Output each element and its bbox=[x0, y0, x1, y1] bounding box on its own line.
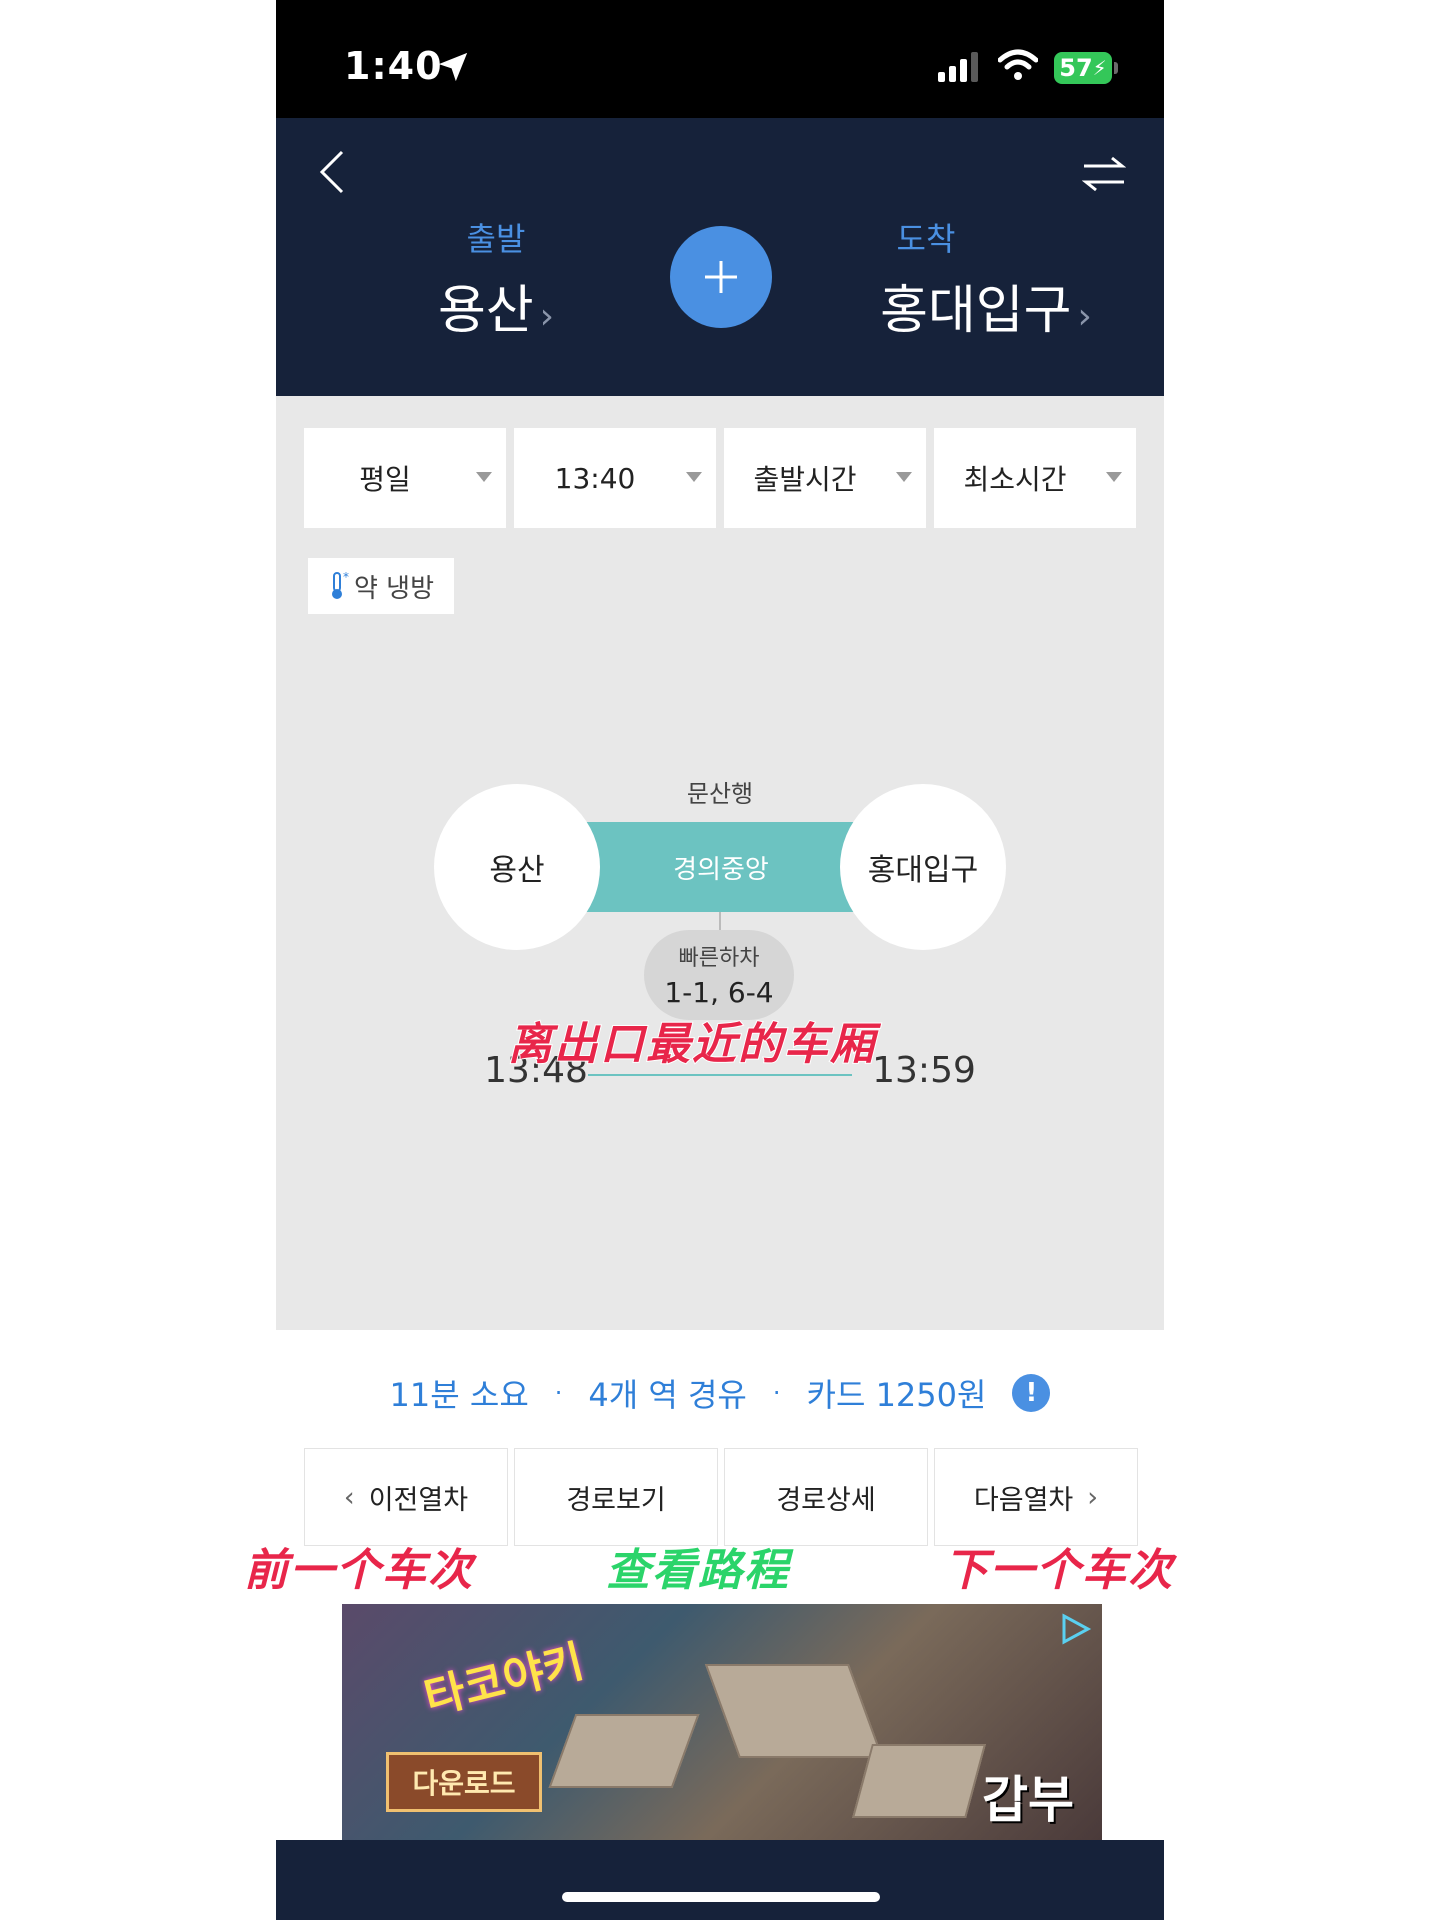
air-conditioning-tag: * 약 냉방 bbox=[308, 558, 454, 614]
chevron-left-icon: ‹ bbox=[343, 1481, 355, 1513]
chevron-right-icon: › bbox=[1077, 296, 1092, 337]
time-dropdown[interactable]: 13:40 bbox=[514, 428, 716, 528]
back-arrow-icon[interactable] bbox=[316, 148, 346, 196]
fare: 카드 1250원 bbox=[806, 1376, 987, 1414]
home-indicator-area bbox=[276, 1840, 1164, 1920]
train-direction: 문산행 bbox=[686, 780, 754, 808]
travel-timeline bbox=[588, 1074, 852, 1076]
separator-dot: · bbox=[772, 1379, 781, 1407]
phone-screen: 1:40 57 ⚡ 출발 용산 › 도착 홍대입구 › 평일 13:40 출발시… bbox=[276, 0, 1164, 1920]
time-mode-value: 출발시간 bbox=[753, 463, 857, 496]
departure-station-button[interactable]: 용산 › bbox=[366, 268, 626, 343]
location-arrow-icon bbox=[438, 52, 468, 82]
line-name-bar: 경의중앙 bbox=[576, 822, 866, 912]
trip-summary: 11분 소요 · 4개 역 경유 · 카드 1250원 ! bbox=[276, 1370, 1164, 1416]
arrival-station-button[interactable]: 홍대입구 › bbox=[836, 268, 1136, 343]
annotation-view-route: 查看路程 bbox=[605, 1544, 790, 1597]
station-count: 4개 역 경유 bbox=[588, 1376, 747, 1414]
fast-exit-bubble: 빠른하차 1-1, 6-4 bbox=[644, 930, 794, 1020]
ad-scene-tile bbox=[852, 1744, 986, 1818]
trip-duration: 11분 소요 bbox=[389, 1376, 529, 1414]
route-detail-label: 경로상세 bbox=[776, 1484, 876, 1516]
ad-download-button[interactable]: 다운로드 bbox=[386, 1752, 542, 1812]
swap-icon[interactable] bbox=[1082, 154, 1126, 194]
sort-value: 최소시간 bbox=[963, 463, 1067, 496]
route-header: 출발 용산 › 도착 홍대입구 › bbox=[276, 118, 1164, 396]
fare-info-icon[interactable]: ! bbox=[1012, 1374, 1051, 1412]
air-conditioning-text: 약 냉방 bbox=[353, 573, 435, 604]
next-train-button[interactable]: 다음열차 › bbox=[934, 1448, 1138, 1546]
chevron-right-icon: › bbox=[539, 296, 555, 337]
destination-station-circle: 홍대입구 bbox=[840, 784, 1006, 950]
sort-dropdown[interactable]: 최소시간 bbox=[934, 428, 1136, 528]
chevron-right-icon: › bbox=[1087, 1481, 1099, 1513]
wifi-icon bbox=[998, 49, 1038, 80]
annotation-next-train: 下一个车次 bbox=[943, 1544, 1174, 1597]
next-train-label: 다음열차 bbox=[973, 1484, 1074, 1516]
origin-station-name: 용산 bbox=[489, 853, 545, 888]
time-value: 13:40 bbox=[554, 461, 636, 495]
previous-train-button[interactable]: ‹ 이전열차 bbox=[304, 1448, 508, 1546]
view-route-label: 경로보기 bbox=[566, 1484, 666, 1516]
destination-station-name: 홍대입구 bbox=[867, 853, 979, 888]
ad-download-label: 다운로드 bbox=[412, 1767, 516, 1800]
previous-train-label: 이전열차 bbox=[368, 1484, 469, 1516]
annotation-nearest-car: 离出口最近的车厢 bbox=[507, 1018, 876, 1071]
annotation-previous-train: 前一个车次 bbox=[243, 1544, 474, 1597]
add-waypoint-button[interactable] bbox=[670, 226, 772, 328]
ad-logo: 갑부 bbox=[982, 1771, 1074, 1829]
arrival-label: 도착 bbox=[896, 220, 956, 258]
dropdown-caret-icon bbox=[896, 472, 912, 482]
ad-scene-tile bbox=[548, 1714, 700, 1788]
plus-icon bbox=[705, 261, 737, 293]
status-bar: 1:40 57 ⚡ bbox=[276, 0, 1164, 118]
route-detail-button[interactable]: 경로상세 bbox=[724, 1448, 928, 1546]
status-time: 1:40 bbox=[344, 44, 443, 88]
thermometer-icon: * bbox=[331, 571, 349, 599]
day-type-dropdown[interactable]: 평일 bbox=[304, 428, 506, 528]
day-type-value: 평일 bbox=[359, 463, 411, 496]
battery-tip bbox=[1114, 62, 1118, 74]
origin-station-circle: 용산 bbox=[434, 784, 600, 950]
ad-choices-icon[interactable] bbox=[1058, 1612, 1092, 1646]
cellular-signal-icon bbox=[938, 52, 978, 82]
charging-bolt-icon: ⚡ bbox=[1092, 56, 1107, 80]
home-indicator[interactable] bbox=[562, 1892, 880, 1902]
svg-text:*: * bbox=[343, 571, 349, 584]
ad-banner[interactable]: 타코야키 다운로드 갑부 bbox=[342, 1604, 1102, 1840]
line-name: 경의중앙 bbox=[673, 854, 769, 885]
battery-level: 57 bbox=[1059, 54, 1093, 82]
departure-station-name: 용산 bbox=[437, 281, 534, 341]
ad-sign-text: 타코야키 bbox=[419, 1636, 589, 1725]
separator-dot: · bbox=[554, 1379, 563, 1407]
view-route-button[interactable]: 경로보기 bbox=[514, 1448, 718, 1546]
fast-exit-cars: 1-1, 6-4 bbox=[664, 976, 774, 1009]
connector-line bbox=[719, 912, 721, 930]
fast-exit-title: 빠른하차 bbox=[678, 946, 760, 971]
time-mode-dropdown[interactable]: 출발시간 bbox=[724, 428, 926, 528]
dropdown-caret-icon bbox=[476, 472, 492, 482]
battery-indicator: 57 ⚡ bbox=[1054, 52, 1112, 84]
dropdown-caret-icon bbox=[1106, 472, 1122, 482]
dropdown-caret-icon bbox=[686, 472, 702, 482]
departure-label: 출발 bbox=[466, 220, 526, 258]
arrival-station-name: 홍대입구 bbox=[880, 281, 1072, 341]
ad-scene-tile bbox=[704, 1664, 884, 1758]
